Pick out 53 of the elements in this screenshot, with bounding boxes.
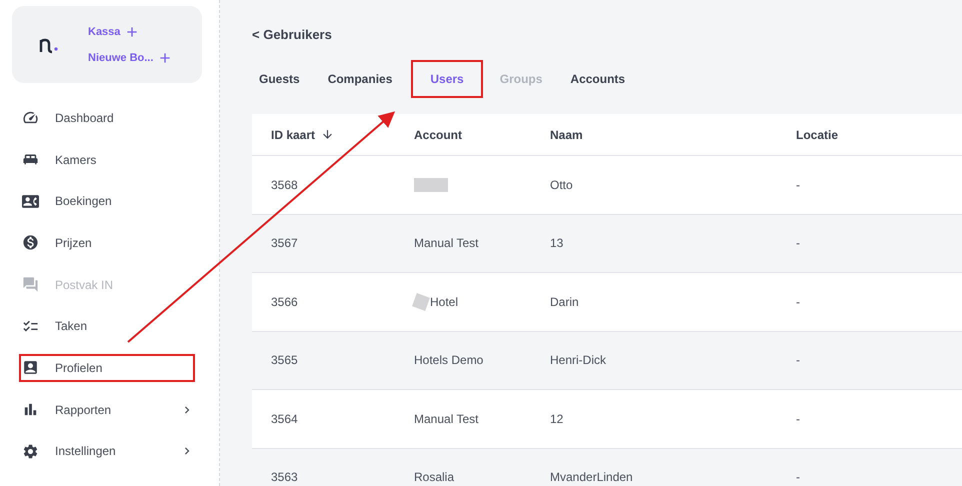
- back-link[interactable]: < Gebruikers: [252, 27, 332, 42]
- highlighted-nav-item[interactable]: Profielen: [12, 347, 202, 389]
- table-cell-text: 3567: [271, 236, 299, 250]
- column-header[interactable]: Account: [414, 128, 550, 142]
- table-cell-text: -: [796, 294, 801, 309]
- column-header[interactable]: ID kaart: [271, 128, 414, 142]
- table-cell-text: Manual Test: [414, 236, 480, 250]
- table-cell-text: Hotels Demo: [414, 353, 484, 368]
- table-row[interactable]: 3565 Hotels Demo Henri-Dick -: [252, 332, 962, 390]
- table-cell-text: -: [796, 178, 801, 192]
- table-cell-text: Manual Test: [414, 412, 480, 426]
- nav-item[interactable]: Kamers: [12, 138, 202, 180]
- column-header[interactable]: Naam: [550, 128, 796, 142]
- quick-add-button[interactable]: Kassa: [88, 24, 174, 40]
- tab[interactable]: Accounts: [563, 62, 632, 96]
- table-cell-text: Rosalia: [414, 470, 456, 484]
- tab[interactable]: Companies: [320, 62, 400, 96]
- coin-icon: [22, 234, 39, 252]
- table-row[interactable]: 3567 Manual Test 13 -: [252, 214, 962, 273]
- table-cell-text: 3568: [271, 178, 299, 192]
- quick-add-button[interactable]: Nieuwe Bo...: [88, 50, 174, 66]
- table-cell-text: MvanderLinden: [550, 470, 634, 484]
- table-cell-text: -: [796, 470, 801, 484]
- settings-icon: [22, 442, 39, 460]
- table-cell-text: 3563: [271, 470, 299, 484]
- nav-item[interactable]: Prijzen: [12, 222, 202, 264]
- sort-arrow-icon: [321, 128, 334, 141]
- table-cell-text: 3564: [271, 412, 299, 426]
- table-cell: Hotel: [414, 294, 550, 309]
- table-cell-text: 3566: [271, 294, 299, 309]
- nav-item[interactable]: Instellingen: [12, 430, 202, 472]
- table-cell-text: Otto: [550, 178, 574, 192]
- table-cell-text: 12: [550, 412, 564, 426]
- chat-icon: [22, 276, 39, 294]
- nav-item[interactable]: Rapporten: [12, 388, 202, 430]
- redaction-block: [414, 178, 448, 192]
- table-cell-text: -: [796, 236, 801, 250]
- table-cell-text: 13: [550, 236, 564, 250]
- tab[interactable]: Guests: [252, 62, 307, 96]
- contact-book-icon: [22, 192, 39, 210]
- table-cell-text: Darin: [550, 294, 580, 309]
- table-row[interactable]: 3563 Rosalia MvanderLinden -: [252, 448, 962, 486]
- column-header[interactable]: Locatie: [796, 128, 962, 142]
- table-cell-text: 3565: [271, 353, 299, 368]
- table-cell-text: -: [796, 412, 801, 426]
- nav-item[interactable]: Taken: [12, 305, 202, 348]
- table-cell-text: Henri-Dick: [550, 353, 608, 368]
- tab[interactable]: Users: [413, 62, 481, 96]
- nav-item[interactable]: Boekingen: [12, 180, 202, 222]
- profile-card-icon: [22, 359, 39, 376]
- redaction-block: [412, 292, 430, 311]
- nav-item[interactable]: Dashboard: [12, 97, 202, 139]
- table-cell-text: -: [796, 353, 801, 368]
